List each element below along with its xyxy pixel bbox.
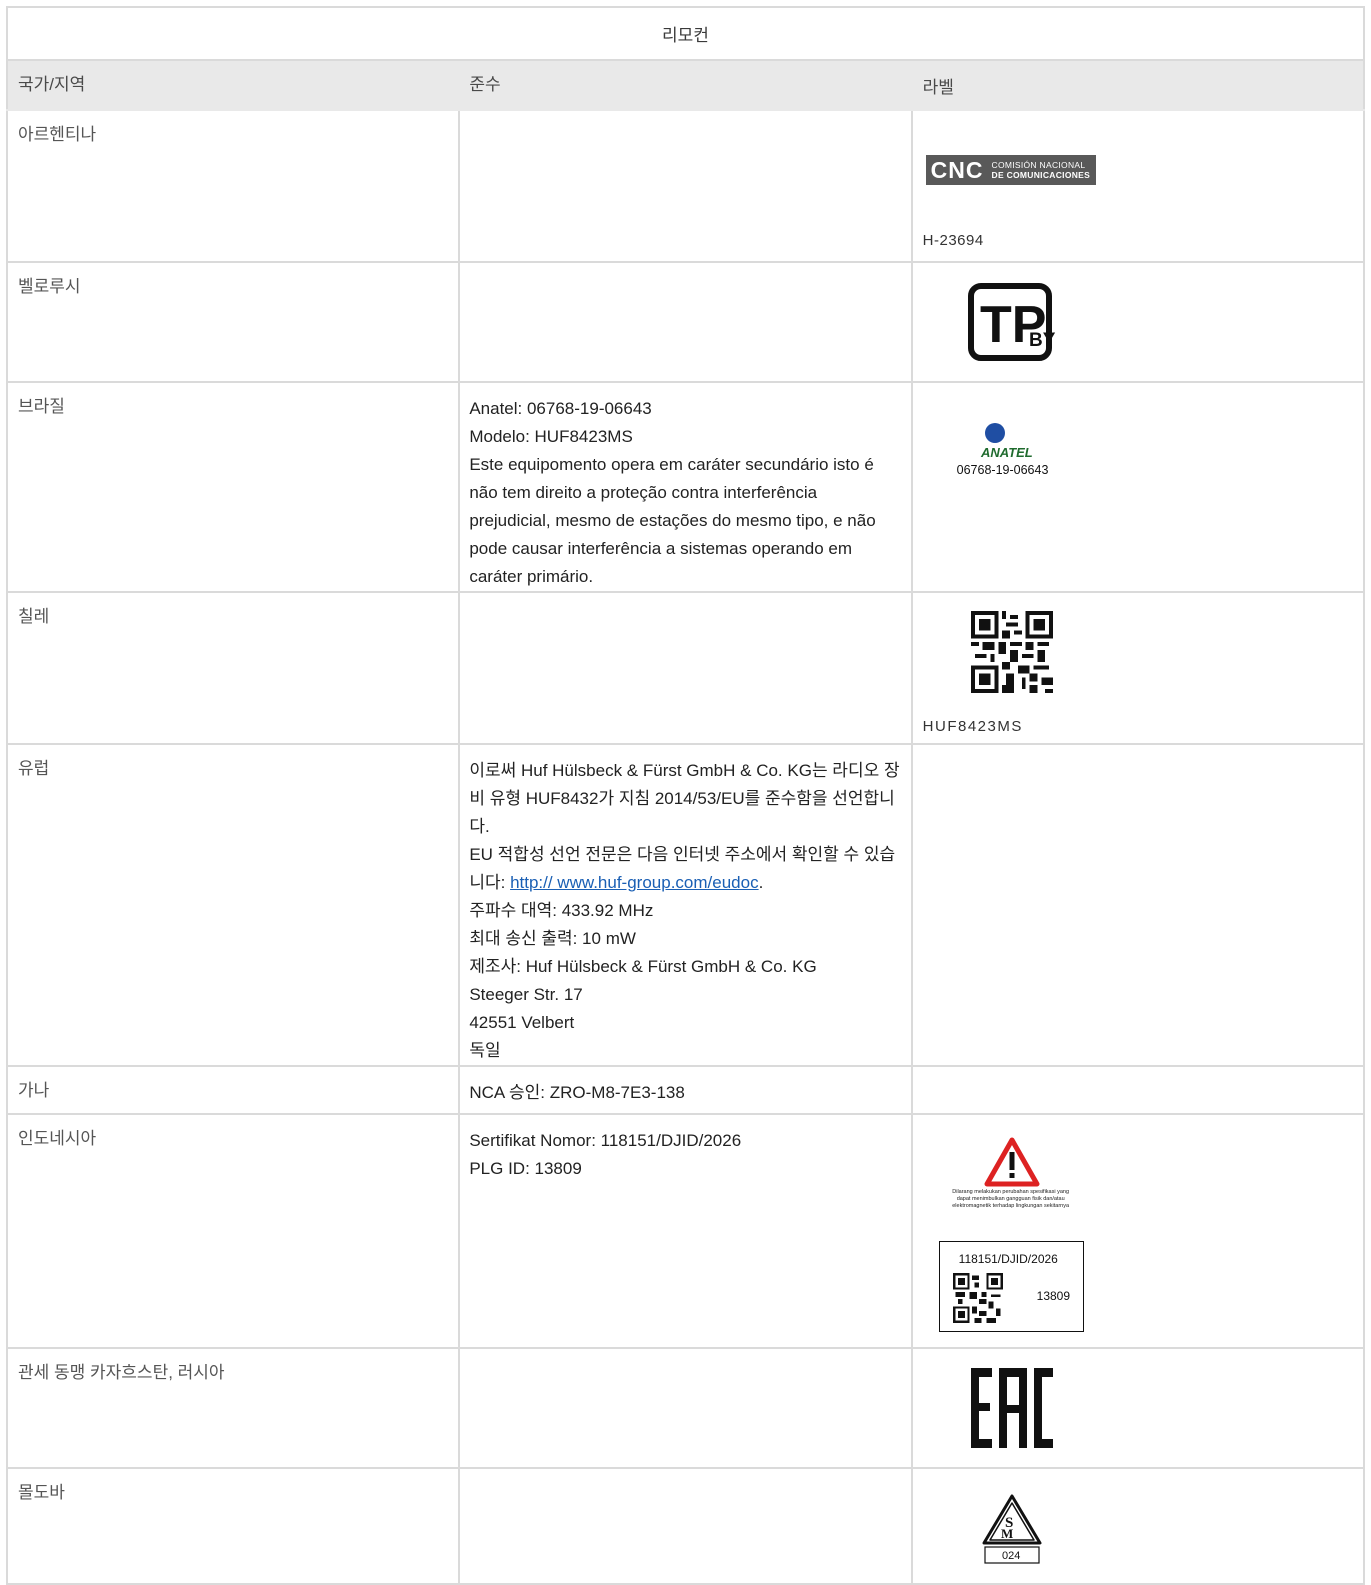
certificate-number: Sertifikat Nomor: 118151/DJID/2026	[469, 1131, 742, 1150]
max-power: 최대 송신 출력: 10 mW	[469, 929, 636, 948]
frequency-band: 주파수 대역: 433.92 MHz	[469, 901, 654, 920]
label-cell: CNC COMISIÓN NACIONAL DE COMUNICACIONES …	[910, 109, 1366, 263]
anatel-logo-name: ANATEL	[980, 445, 1033, 459]
country-cell: 인도네시아	[5, 1113, 461, 1349]
table-row: 몰도바 S M 024	[5, 1467, 1366, 1585]
eu-doc-suffix: .	[758, 873, 764, 892]
svg-text:M: M	[1001, 1526, 1013, 1541]
label-cell: Dilarang melakukan perubahan spesifikasi…	[910, 1113, 1366, 1349]
compliance-cell	[458, 261, 913, 383]
compliance-table-wrapper: 리모컨 국가/지역 준수 라벨 아르헨티나 CNC COMISIÓN NACIO…	[5, 6, 1366, 1585]
table-row: 유럽 이로써 Huf Hülsbeck & Fürst GmbH & Co. K…	[5, 743, 1366, 1067]
qr-code-icon	[952, 1273, 1003, 1323]
anatel-number: Anatel: 06768-19-06643	[469, 399, 652, 418]
eac-logo	[970, 1368, 1053, 1448]
compliance-cell	[458, 591, 913, 745]
street-address: Steeger Str. 17	[469, 985, 583, 1004]
label-cell: ANATEL 06768-19-06643	[910, 381, 1366, 593]
table-row: 칠레 HUF8423MS	[5, 591, 1366, 745]
label-cell: HUF8423MS	[910, 591, 1366, 745]
compliance-table: 리모컨 국가/지역 준수 라벨 아르헨티나 CNC COMISIÓN NACIO…	[5, 6, 1366, 1585]
compliance-cell	[458, 1347, 913, 1469]
table-row: 가나 NCA 승인: ZRO-M8-7E3-138	[5, 1065, 1366, 1115]
cnc-logo-main: CNC	[930, 156, 984, 183]
plg-id: PLG ID: 13809	[469, 1159, 582, 1178]
table-row: 아르헨티나 CNC COMISIÓN NACIONAL DE COMUNICAC…	[5, 109, 1366, 263]
warning-text: Dilarang melakukan perubahan spesifikasi…	[952, 1189, 1070, 1209]
sm-logo-number: 024	[1002, 1550, 1020, 1562]
indonesia-cert-label: 118151/DJID/2026 13809	[938, 1241, 1084, 1332]
table-row: 인도네시아 Sertifikat Nomor: 118151/DJID/2026…	[5, 1113, 1366, 1349]
eu-doc-line: EU 적합성 선언 전문은 다음 인터넷 주소에서 확인할 수 있습니다: ht…	[469, 841, 902, 897]
header-row: 국가/지역 준수 라벨	[5, 59, 1366, 111]
country-cell: 유럽	[5, 743, 461, 1067]
compliance-cell	[458, 109, 913, 263]
cnc-label-text: H-23694	[922, 232, 984, 249]
label-cell	[910, 1065, 1366, 1115]
table-row: 브라질 Anatel: 06768-19-06643 Modelo: HUF84…	[5, 381, 1366, 593]
label-cell	[910, 1347, 1366, 1469]
tp-by-logo: TP BY	[967, 283, 1056, 361]
country-cell: 브라질	[5, 381, 461, 593]
warning-triangle-icon	[984, 1137, 1040, 1187]
country-cell: 관세 동맹 카자흐스탄, 러시아	[5, 1347, 461, 1469]
sm-conformity-logo: S M 024	[982, 1494, 1042, 1564]
table-row: 벨로루시 TP BY	[5, 261, 1366, 383]
anatel-logo: ANATEL	[980, 407, 1033, 459]
cnc-logo-line1: COMISIÓN NACIONAL	[991, 160, 1086, 170]
compliance-cell	[458, 1467, 913, 1585]
country-cell: 칠레	[5, 591, 461, 745]
cert-label-number: 118151/DJID/2026	[958, 1252, 1058, 1266]
compliance-cell: Sertifikat Nomor: 118151/DJID/2026 PLG I…	[458, 1113, 913, 1349]
anatel-notice: Este equipomento opera em caráter secund…	[469, 455, 876, 586]
country-cell: 몰도바	[5, 1467, 461, 1585]
country-cell: 벨로루시	[5, 261, 461, 383]
cnc-logo-line2: DE COMUNICACIONES	[991, 170, 1091, 180]
qr-code-icon	[970, 611, 1053, 693]
compliance-cell: Anatel: 06768-19-06643 Modelo: HUF8423MS…	[458, 381, 913, 593]
label-cell	[910, 743, 1366, 1067]
model-number: Modelo: HUF8423MS	[469, 427, 633, 446]
eu-declaration: 이로써 Huf Hülsbeck & Fürst GmbH & Co. KG는 …	[469, 761, 900, 836]
label-cell: S M 024	[910, 1467, 1366, 1585]
cnc-logo: CNC COMISIÓN NACIONAL DE COMUNICACIONES	[925, 155, 1096, 185]
table-row: 관세 동맹 카자흐스탄, 러시아	[5, 1347, 1366, 1469]
city-address: 42551 Velbert	[469, 1013, 575, 1032]
cert-label-plg: 13809	[1036, 1289, 1071, 1303]
country-cell: 가나	[5, 1065, 461, 1115]
eudoc-link[interactable]: http:// www.huf-group.com/eudoc	[510, 873, 759, 892]
country-cell: 아르헨티나	[5, 109, 461, 263]
manufacturer: 제조사: Huf Hülsbeck & Fürst GmbH & Co. KG	[469, 957, 817, 976]
header-country: 국가/지역	[5, 59, 461, 111]
compliance-cell: 이로써 Huf Hülsbeck & Fürst GmbH & Co. KG는 …	[458, 743, 913, 1067]
by-logo-text: BY	[1029, 330, 1056, 351]
header-label: 라벨	[910, 59, 1366, 111]
table-title: 리모컨	[6, 6, 1365, 61]
nca-approval: NCA 승인: ZRO-M8-7E3-138	[469, 1083, 685, 1102]
label-cell: TP BY	[910, 261, 1366, 383]
chile-label-text: HUF8423MS	[922, 718, 1023, 735]
header-compliance: 준수	[458, 59, 913, 111]
compliance-cell: NCA 승인: ZRO-M8-7E3-138	[458, 1065, 913, 1115]
country-address: 독일	[469, 1041, 501, 1060]
anatel-logo-number: 06768-19-06643	[956, 463, 1049, 477]
